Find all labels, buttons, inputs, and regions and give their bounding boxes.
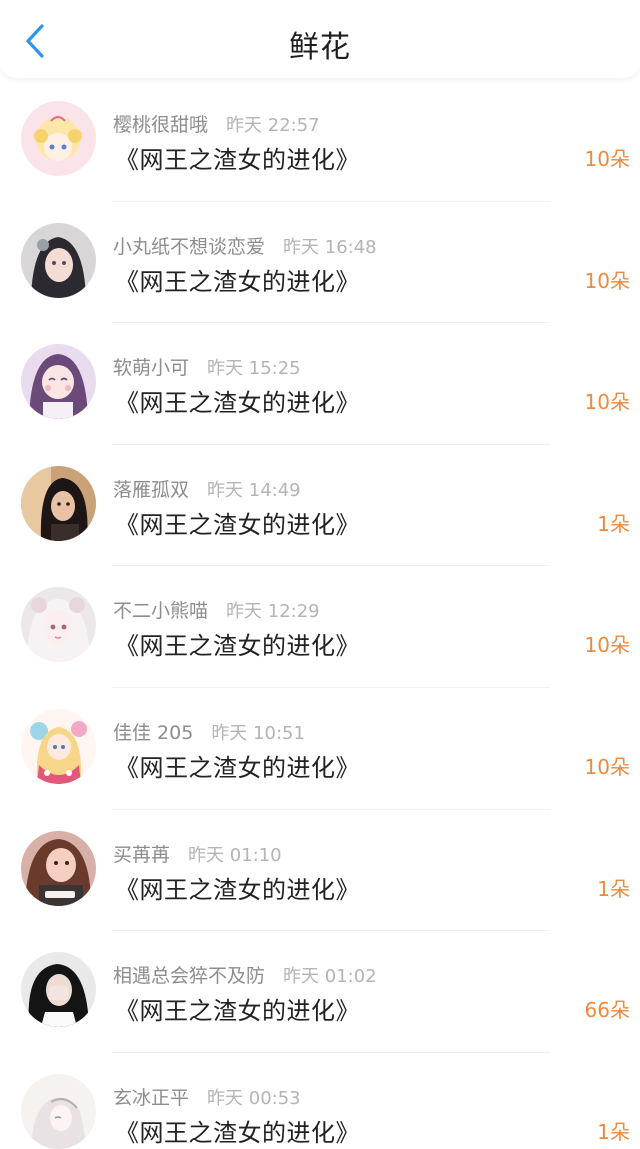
timestamp: 昨天 01:10 <box>188 844 282 866</box>
username[interactable]: 相遇总会猝不及防 <box>113 965 265 987</box>
timestamp: 昨天 15:25 <box>207 358 301 380</box>
item-meta: 小丸纸不想谈恋爱 昨天 16:48 <box>113 232 377 259</box>
flower-list: 樱桃很甜哦 昨天 22:57 《网王之渣女的进化》 10朵 小丸纸不想谈恋爱 昨天 … <box>0 80 640 1149</box>
book-title[interactable]: 《网王之渣女的进化》 <box>115 505 360 540</box>
item-meta: 玄冰正平 昨天 00:53 <box>113 1083 301 1110</box>
flower-count: 1朵 <box>597 1119 630 1144</box>
list-item[interactable]: 佳佳 205 昨天 10:51 《网王之渣女的进化》 10朵 <box>0 688 640 810</box>
list-item[interactable]: 樱桃很甜哦 昨天 22:57 《网王之渣女的进化》 10朵 <box>0 80 640 202</box>
timestamp: 昨天 16:48 <box>283 236 377 258</box>
avatar[interactable] <box>21 708 96 784</box>
timestamp: 昨天 22:57 <box>226 115 320 136</box>
timestamp: 昨天 01:02 <box>283 966 377 988</box>
list-item[interactable]: 软萌小可 昨天 15:25 《网王之渣女的进化》 10朵 <box>0 323 640 445</box>
list-item[interactable]: 落雁孤双 昨天 14:49 《网王之渣女的进化》 1朵 <box>0 445 640 567</box>
item-meta: 樱桃很甜哦 昨天 22:57 <box>113 110 320 137</box>
username[interactable]: 不二小熊喵 <box>113 600 208 622</box>
avatar[interactable] <box>21 344 96 420</box>
avatar[interactable] <box>21 830 96 906</box>
username[interactable]: 樱桃很甜哦 <box>113 114 208 136</box>
username[interactable]: 玄冰正平 <box>113 1087 189 1109</box>
flower-count: 10朵 <box>584 633 630 658</box>
book-title[interactable]: 《网王之渣女的进化》 <box>115 626 360 661</box>
flower-count: 1朵 <box>597 876 630 901</box>
book-title[interactable]: 《网王之渣女的进化》 <box>115 870 360 905</box>
flower-count: 10朵 <box>584 390 630 415</box>
avatar[interactable] <box>21 465 96 541</box>
username[interactable]: 软萌小可 <box>113 357 189 379</box>
flower-count: 10朵 <box>584 268 630 293</box>
timestamp: 昨天 12:29 <box>226 601 320 623</box>
page: 鲜花 樱桃很甜哦 昨天 22:57 《网王之渣女的进化》 10朵 小丸纸不想谈恋爱… <box>0 0 640 1149</box>
timestamp: 昨天 10:51 <box>211 722 305 744</box>
timestamp: 昨天 00:53 <box>207 1087 301 1109</box>
book-title[interactable]: 《网王之渣女的进化》 <box>115 383 360 418</box>
flower-count: 10朵 <box>584 147 630 171</box>
list-item[interactable]: 不二小熊喵 昨天 12:29 《网王之渣女的进化》 10朵 <box>0 566 640 688</box>
username[interactable]: 小丸纸不想谈恋爱 <box>113 236 265 258</box>
username[interactable]: 佳佳 205 <box>113 722 193 744</box>
list-item[interactable]: 买苒苒 昨天 01:10 《网王之渣女的进化》 1朵 <box>0 810 640 932</box>
username[interactable]: 落雁孤双 <box>113 479 189 501</box>
flower-count: 1朵 <box>597 511 630 536</box>
list-item[interactable]: 小丸纸不想谈恋爱 昨天 16:48 《网王之渣女的进化》 10朵 <box>0 202 640 324</box>
avatar[interactable] <box>21 1073 96 1149</box>
avatar[interactable] <box>21 587 96 663</box>
book-title[interactable]: 《网王之渣女的进化》 <box>115 262 360 297</box>
avatar[interactable] <box>21 101 96 176</box>
book-title[interactable]: 《网王之渣女的进化》 <box>115 748 360 783</box>
avatar[interactable] <box>21 222 96 298</box>
book-title[interactable]: 《网王之渣女的进化》 <box>115 991 360 1026</box>
book-title[interactable]: 《网王之渣女的进化》 <box>115 1113 360 1148</box>
item-meta: 不二小熊喵 昨天 12:29 <box>113 596 320 623</box>
item-meta: 买苒苒 昨天 01:10 <box>113 840 282 867</box>
item-meta: 软萌小可 昨天 15:25 <box>113 353 301 380</box>
book-title[interactable]: 《网王之渣女的进化》 <box>115 140 360 175</box>
page-title: 鲜花 <box>289 30 351 65</box>
top-navigation-bar: 鲜花 <box>0 0 640 78</box>
item-meta: 佳佳 205 昨天 10:51 <box>113 718 305 745</box>
username[interactable]: 买苒苒 <box>113 844 170 866</box>
flower-count: 66朵 <box>584 998 630 1023</box>
item-meta: 落雁孤双 昨天 14:49 <box>113 475 301 502</box>
timestamp: 昨天 14:49 <box>207 479 301 501</box>
list-item[interactable]: 玄冰正平 昨天 00:53 《网王之渣女的进化》 1朵 <box>0 1053 640 1149</box>
item-meta: 相遇总会猝不及防 昨天 01:02 <box>113 961 377 988</box>
list-item[interactable]: 相遇总会猝不及防 昨天 01:02 《网王之渣女的进化》 66朵 <box>0 931 640 1053</box>
avatar[interactable] <box>21 952 96 1028</box>
flower-count: 10朵 <box>584 754 630 779</box>
